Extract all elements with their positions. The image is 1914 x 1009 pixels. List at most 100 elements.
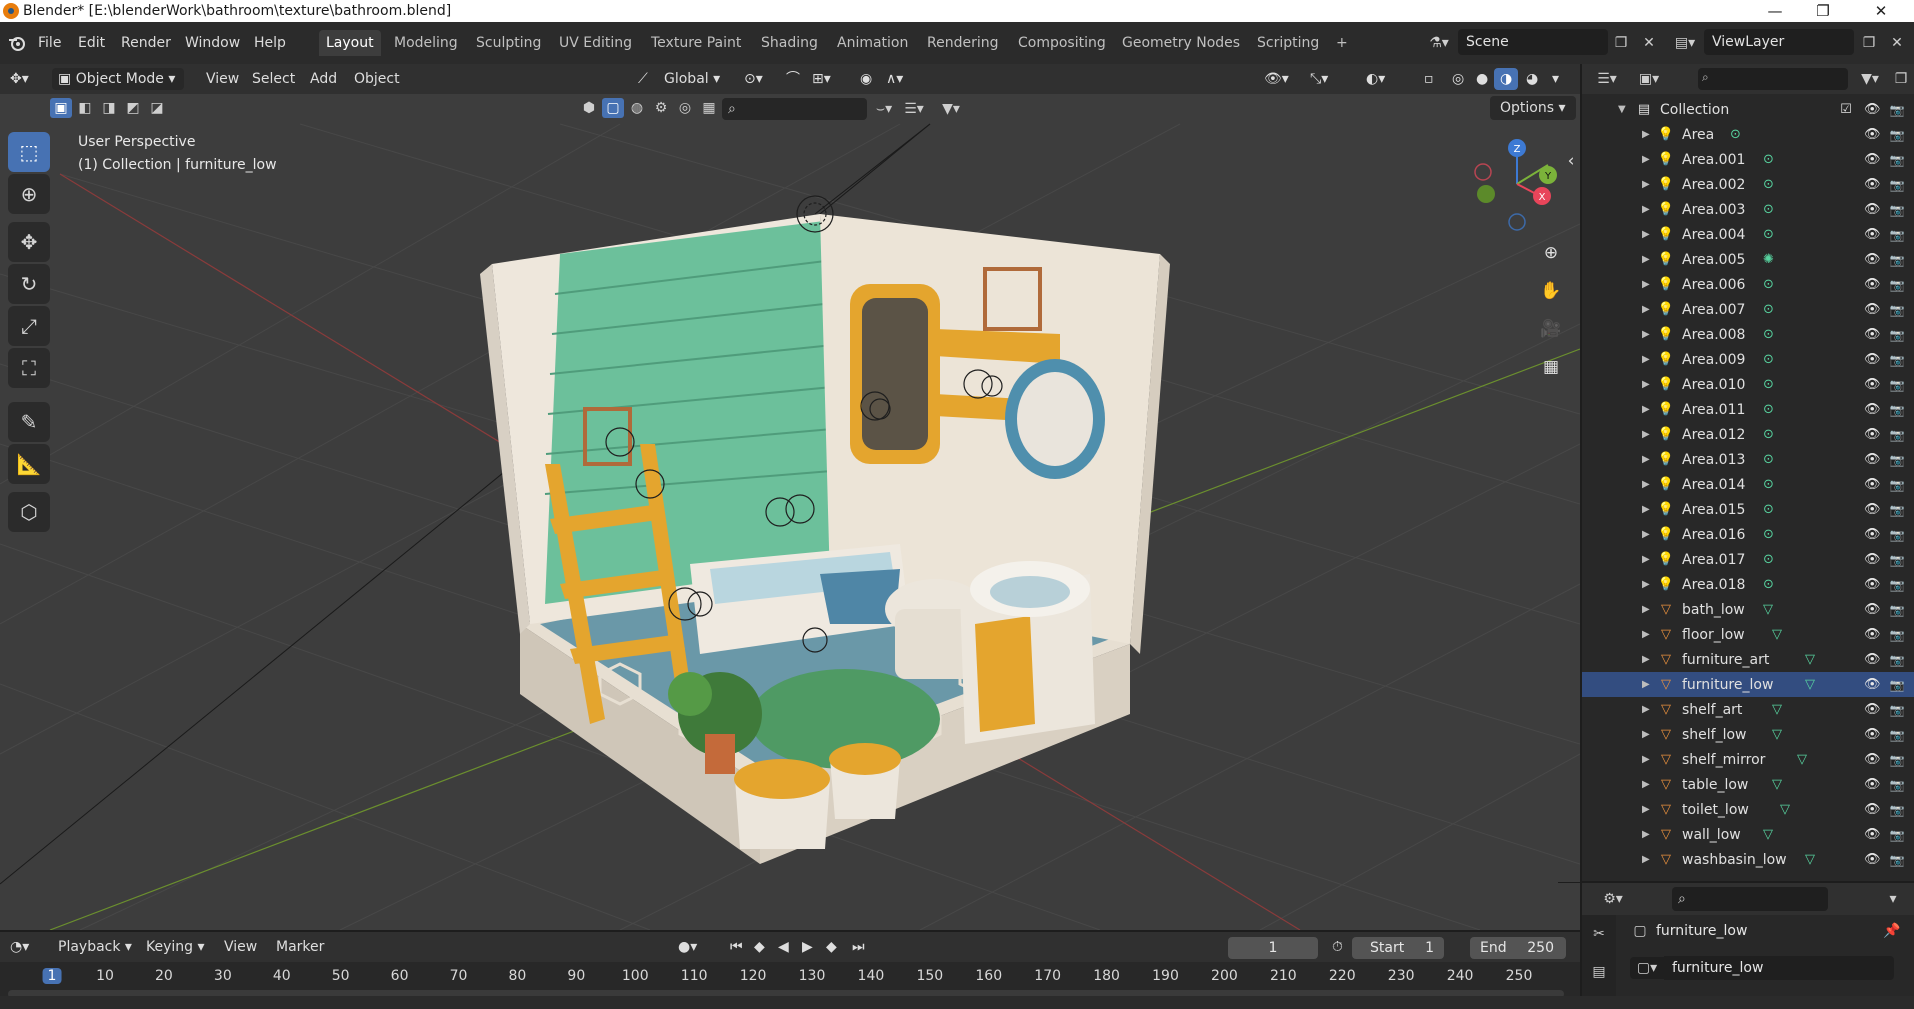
transform-tool-icon[interactable]: ⛶ [8, 348, 50, 388]
expand-arrow-icon[interactable]: ▶ [1642, 754, 1650, 765]
render-camera-icon[interactable]: 📷 [1889, 377, 1905, 393]
area-light-data-icon[interactable]: ⊙ [1763, 327, 1774, 342]
expand-arrow-icon[interactable]: ▶ [1642, 454, 1650, 465]
add-workspace-button[interactable]: + [1329, 30, 1355, 56]
expand-arrow-icon[interactable]: ▶ [1642, 129, 1650, 140]
timeline-menu-keying[interactable]: Keying ▾ [140, 936, 211, 958]
mesh-data-icon[interactable]: ▽ [1763, 602, 1773, 617]
menu-window[interactable]: Window [179, 30, 246, 56]
asset-browser-icon[interactable]: ⬢ [578, 98, 600, 118]
area-light-data-icon[interactable]: ⊙ [1763, 527, 1774, 542]
viewport-scene[interactable]: Z Y X [0, 64, 1580, 930]
visibility-filter-icon[interactable]: 👁▾ [1258, 68, 1295, 90]
maximize-button[interactable]: ❐ [1800, 0, 1846, 22]
solid-shading-icon[interactable]: ● [1470, 68, 1494, 90]
object-browse-icon[interactable]: ▢▾ [1630, 957, 1664, 979]
annotate-tool-icon[interactable]: ✎ [8, 402, 50, 442]
object-mode-dropdown[interactable]: ▣ Object Mode ▾ [52, 68, 184, 90]
gizmo-toggle-icon[interactable]: ⤡▾ [1304, 68, 1334, 90]
select-new-icon[interactable]: ▣ [50, 98, 72, 118]
render-camera-icon[interactable]: 📷 [1889, 577, 1905, 593]
render-camera-icon[interactable]: 📷 [1889, 502, 1905, 518]
bathroom-model[interactable] [480, 123, 1170, 864]
select-box-tool-icon[interactable]: ⬚ [8, 132, 50, 172]
eye-icon[interactable]: 👁 [1864, 427, 1881, 443]
mesh-data-icon[interactable]: ▽ [1780, 802, 1790, 817]
mesh-data-icon[interactable]: ▽ [1772, 727, 1782, 742]
expand-arrow-icon[interactable]: ▶ [1642, 779, 1650, 790]
eye-icon[interactable]: 👁 [1864, 177, 1881, 193]
perspective-toggle-icon[interactable]: ▦ [1536, 352, 1566, 382]
area-light-data-icon[interactable]: ⊙ [1763, 202, 1774, 217]
end-frame-field[interactable]: End 250 [1470, 937, 1566, 959]
outliner-item-area-010[interactable]: ▶ 💡 Area.010 ⊙ 👁 📷 [1582, 372, 1914, 397]
render-camera-icon[interactable]: 📷 [1889, 152, 1905, 168]
eye-icon[interactable]: 👁 [1864, 827, 1881, 843]
tab-shading[interactable]: Shading [754, 30, 825, 56]
new-scene-icon[interactable]: ❐ [1610, 31, 1632, 55]
area-light-data-icon[interactable]: ⊙ [1763, 427, 1774, 442]
outliner-item-area-018[interactable]: ▶ 💡 Area.018 ⊙ 👁 📷 [1582, 572, 1914, 597]
render-camera-icon[interactable]: 📷 [1889, 677, 1905, 693]
pan-hand-icon[interactable]: ✋ [1536, 276, 1566, 306]
filter-funnel-icon[interactable]: ▼▾ [932, 98, 970, 120]
menu-help[interactable]: Help [248, 30, 292, 56]
measure-tool-icon[interactable]: 📐 [8, 444, 50, 484]
outliner-collection-row[interactable]: ▼ ▤ Collection ☑ 👁 📷 [1582, 97, 1914, 122]
expand-arrow-icon[interactable]: ▶ [1642, 504, 1650, 515]
tab-geometry-nodes[interactable]: Geometry Nodes [1115, 30, 1247, 56]
eye-icon[interactable]: 👁 [1864, 402, 1881, 418]
area-light-data-icon[interactable]: ⊙ [1763, 152, 1774, 167]
outliner-item-bath-low[interactable]: ▶ ▽ bath_low ▽ 👁 📷 [1582, 597, 1914, 622]
jump-end-icon[interactable]: ⏭ [846, 936, 871, 958]
render-camera-icon[interactable]: 📷 [1889, 602, 1905, 618]
expand-arrow-icon[interactable]: ▶ [1642, 829, 1650, 840]
view-layer-selector-icon[interactable]: ▤▾ [1668, 31, 1702, 55]
eye-icon[interactable]: 👁 [1864, 377, 1881, 393]
render-camera-icon[interactable]: 📷 [1889, 177, 1905, 193]
transform-orientation-dropdown[interactable]: Global ▾ [658, 68, 726, 90]
eye-icon[interactable]: 👁 [1864, 702, 1881, 718]
timeline-editor-type-icon[interactable]: ◔▾ [4, 936, 35, 958]
mesh-data-icon[interactable]: ▽ [1772, 627, 1782, 642]
wireframe-shading-icon[interactable]: ◎ [1446, 68, 1470, 90]
menu-file[interactable]: File [32, 30, 67, 56]
outliner-item-area-001[interactable]: ▶ 💡 Area.001 ⊙ 👁 📷 [1582, 147, 1914, 172]
outliner-filter-icon[interactable]: ▼▾ [1852, 68, 1888, 90]
stopwatch-icon[interactable]: ⏱ [1326, 936, 1349, 958]
outliner-editor-type-icon[interactable]: ☰▾ [1590, 68, 1624, 90]
properties-options-icon[interactable]: ▾ [1882, 887, 1904, 911]
render-camera-icon[interactable]: 📷 [1889, 252, 1905, 268]
mesh-data-icon[interactable]: ▽ [1805, 677, 1815, 692]
world-filter-icon[interactable]: ◎ [674, 98, 696, 118]
blender-menu-icon[interactable] [6, 32, 28, 54]
tab-rendering[interactable]: Rendering [920, 30, 1006, 56]
render-camera-icon[interactable]: 📷 [1889, 827, 1905, 843]
viewport-menu-add[interactable]: Add [304, 68, 343, 90]
eye-icon[interactable]: 👁 [1864, 527, 1881, 543]
render-camera-icon[interactable]: 📷 [1889, 802, 1905, 818]
expand-arrow-icon[interactable]: ▶ [1642, 854, 1650, 865]
scene-name-field[interactable]: Scene [1458, 29, 1608, 55]
timeline-menu-playback[interactable]: Playback ▾ [52, 936, 138, 958]
properties-editor-type-icon[interactable]: ⚙▾ [1596, 887, 1630, 911]
mesh-data-icon[interactable]: ▽ [1805, 652, 1815, 667]
outliner-item-floor-low[interactable]: ▶ ▽ floor_low ▽ 👁 📷 [1582, 622, 1914, 647]
snap-toggle-icon[interactable]: ⌒ [780, 68, 806, 90]
menu-edit[interactable]: Edit [72, 30, 111, 56]
tab-layout[interactable]: Layout [319, 30, 381, 56]
expand-arrow-icon[interactable]: ▶ [1642, 429, 1650, 440]
jump-start-icon[interactable]: ⏮ [724, 936, 749, 958]
area-light-data-icon[interactable]: ⊙ [1763, 452, 1774, 467]
material-filter-icon[interactable]: ◍ [626, 98, 648, 118]
render-camera-icon[interactable]: 📷 [1889, 477, 1905, 493]
render-camera-icon[interactable]: 📷 [1889, 452, 1905, 468]
rendered-shading-icon[interactable]: ◕ [1520, 68, 1544, 90]
xray-toggle-icon[interactable]: ▫ [1418, 68, 1440, 90]
outliner-item-shelf-low[interactable]: ▶ ▽ shelf_low ▽ 👁 📷 [1582, 722, 1914, 747]
prev-keyframe-icon[interactable]: ◆ [748, 936, 771, 958]
area-light-data-icon[interactable]: ⊙ [1763, 277, 1774, 292]
area-light-data-icon[interactable]: ⊙ [1730, 127, 1741, 142]
image-filter-icon[interactable]: ▦ [698, 98, 720, 118]
pin-icon[interactable]: 📌 [1882, 921, 1902, 941]
